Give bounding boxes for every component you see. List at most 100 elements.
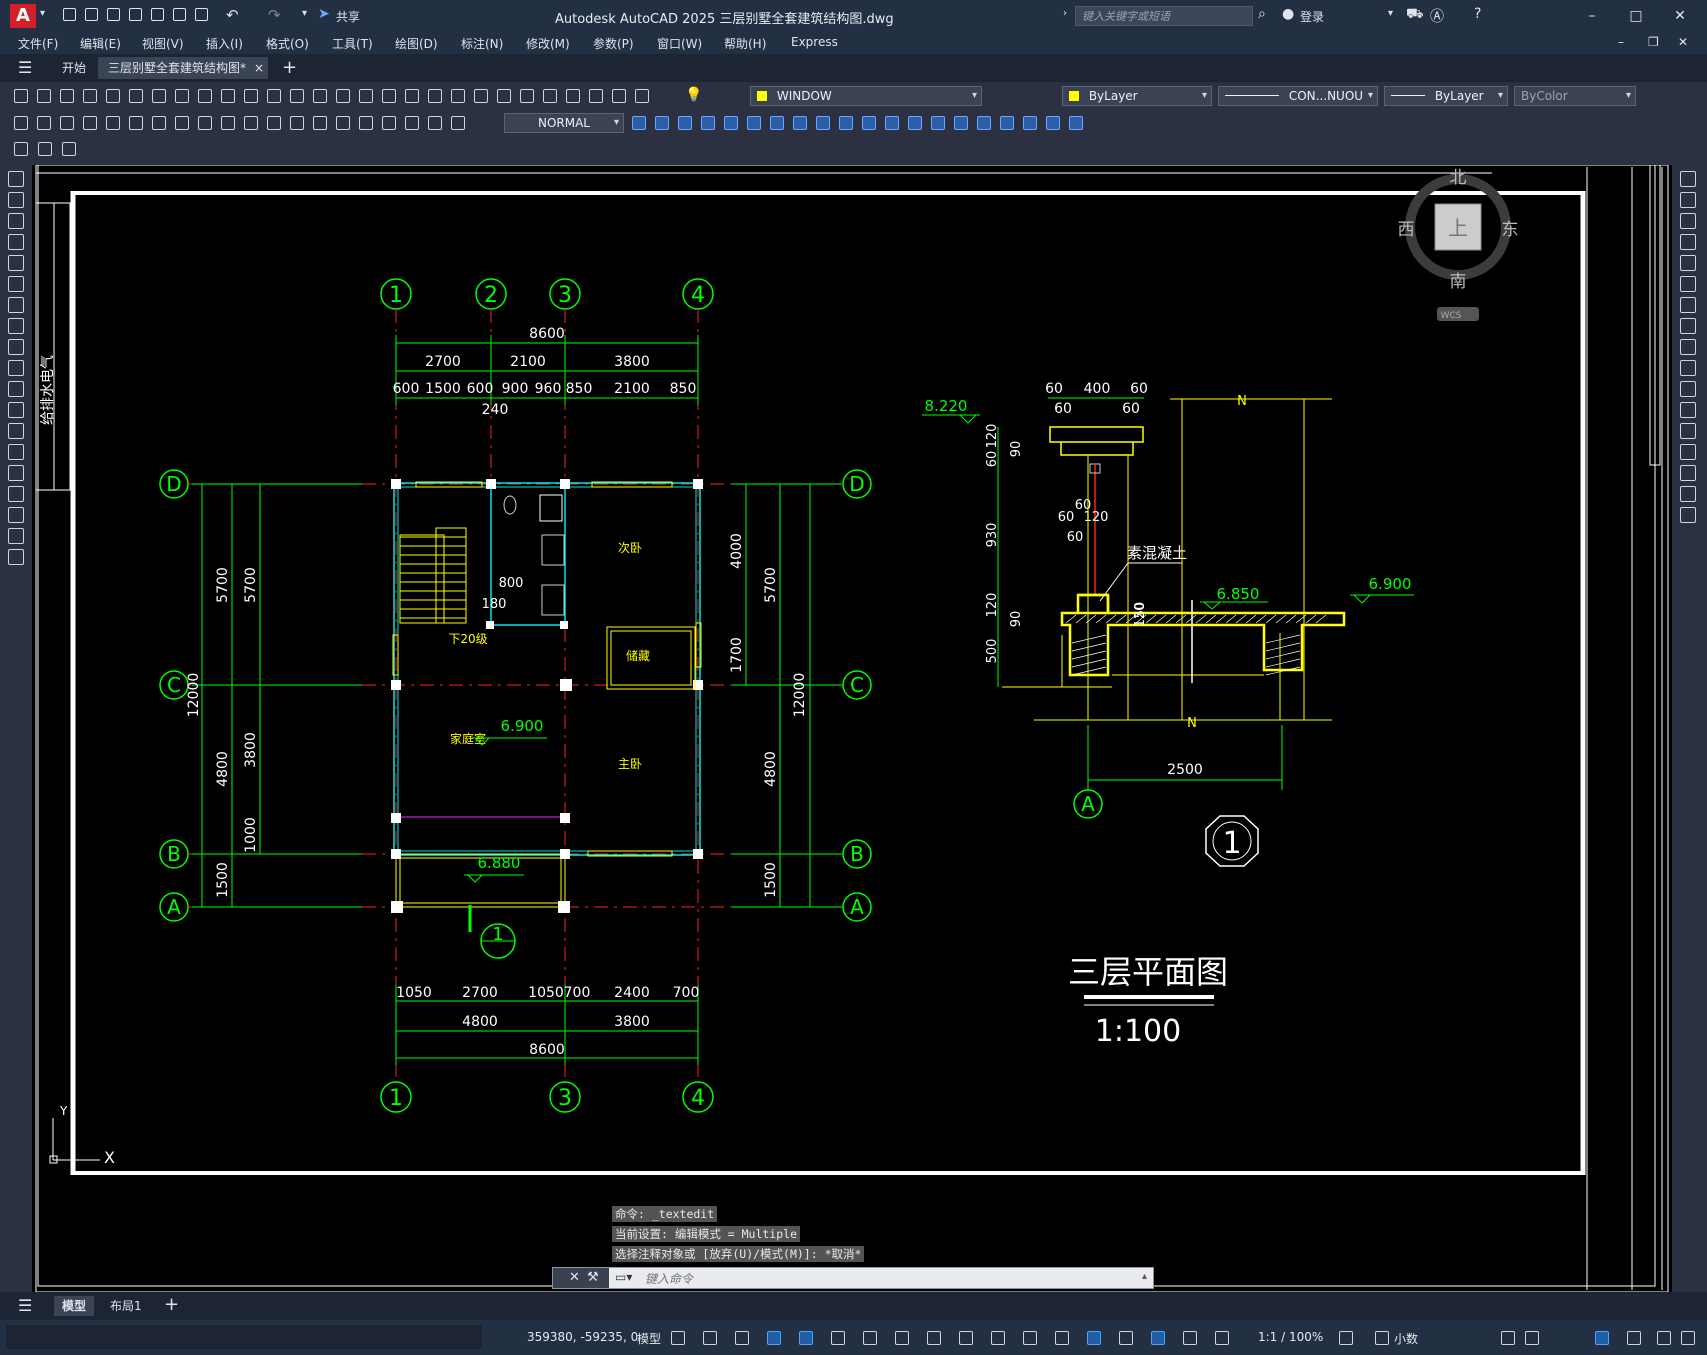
doc-restore-icon[interactable]: ❐ bbox=[1648, 35, 1659, 49]
explode-icon[interactable] bbox=[1680, 486, 1696, 502]
revcloud-icon[interactable] bbox=[8, 318, 24, 334]
break-point-icon[interactable] bbox=[883, 114, 901, 132]
quick-properties-icon[interactable] bbox=[1500, 1330, 1516, 1346]
maximize-icon[interactable]: □ bbox=[1626, 6, 1646, 26]
annotation-scale[interactable]: 1:1 / 100% bbox=[1258, 1330, 1323, 1344]
tab-document[interactable]: 三层别墅全套建筑结构图* bbox=[98, 57, 268, 79]
undo-icon[interactable]: ↶ bbox=[226, 6, 239, 24]
block-editor-icon[interactable] bbox=[12, 140, 30, 158]
write-block-icon[interactable] bbox=[36, 140, 54, 158]
linetype-dropdown[interactable]: CON...NUOU ▾ bbox=[1218, 86, 1378, 106]
cut-icon[interactable] bbox=[173, 87, 191, 105]
scale-icon[interactable] bbox=[1680, 318, 1696, 334]
region-icon[interactable] bbox=[8, 507, 24, 523]
autodesk-app-icon[interactable]: Ⓐ bbox=[1430, 6, 1444, 26]
hatch-icon[interactable] bbox=[8, 465, 24, 481]
bring-front-icon[interactable] bbox=[1067, 114, 1085, 132]
pan-icon[interactable] bbox=[334, 87, 352, 105]
3d-print-icon[interactable] bbox=[150, 87, 168, 105]
save-as-icon[interactable] bbox=[128, 7, 144, 23]
save-web-icon[interactable] bbox=[172, 7, 188, 23]
menu-draw[interactable]: 绘图(D) bbox=[395, 35, 438, 52]
dim-arc-icon[interactable] bbox=[58, 114, 76, 132]
ellipse-arc-icon[interactable] bbox=[8, 381, 24, 397]
insert-block-icon[interactable] bbox=[8, 402, 24, 418]
menu-format[interactable]: 格式(O) bbox=[266, 35, 309, 52]
autocad-logo[interactable]: A bbox=[10, 4, 36, 28]
dim-angular-icon[interactable] bbox=[173, 114, 191, 132]
layer-dropdown[interactable]: WINDOW ▾ bbox=[750, 86, 982, 106]
isodraft-icon[interactable] bbox=[862, 1330, 878, 1346]
dimstyle-dropdown[interactable]: NORMAL ▾ bbox=[504, 113, 624, 133]
copy-obj-icon[interactable] bbox=[653, 114, 671, 132]
stretch-icon[interactable] bbox=[814, 114, 832, 132]
fillet-icon[interactable] bbox=[1680, 465, 1696, 481]
table-icon[interactable] bbox=[8, 528, 24, 544]
menu-express[interactable]: Express bbox=[791, 35, 838, 49]
material-label[interactable]: 素混凝土 bbox=[1127, 544, 1187, 562]
join-icon[interactable] bbox=[1680, 423, 1696, 439]
extend-icon[interactable] bbox=[1680, 381, 1696, 397]
monitor-icon[interactable] bbox=[1524, 1330, 1540, 1346]
search-input[interactable]: 键入关键字或短语 bbox=[1075, 6, 1253, 26]
hamburger-menu-icon[interactable]: ☰ bbox=[18, 58, 32, 77]
dim-ordinate-icon[interactable] bbox=[81, 114, 99, 132]
viewcube-south[interactable]: 南 bbox=[1450, 272, 1467, 292]
workspace-gear-icon[interactable] bbox=[1338, 1330, 1354, 1346]
spline-icon[interactable] bbox=[8, 339, 24, 355]
drawing-canvas[interactable]: 给排水电气 建筑 1 2 3 4 1 3 4 D C B A D C B A bbox=[32, 165, 1672, 1292]
grid-bubble-right-D[interactable]: D bbox=[842, 469, 872, 499]
sec-grid-bubble-A[interactable]: A bbox=[1073, 789, 1103, 819]
clean-screen-icon[interactable] bbox=[1656, 1330, 1672, 1346]
menu-parametric[interactable]: 参数(P) bbox=[593, 35, 634, 52]
menu-window[interactable]: 窗口(W) bbox=[657, 35, 702, 52]
grid-bubble-bottom-4[interactable]: 4 bbox=[682, 1081, 714, 1113]
dim-baseline-icon[interactable] bbox=[219, 114, 237, 132]
grid-bubble-top-3[interactable]: 3 bbox=[549, 278, 581, 310]
quick-dim-icon[interactable] bbox=[196, 114, 214, 132]
sheet-set-icon[interactable] bbox=[495, 87, 513, 105]
redo-icon[interactable] bbox=[311, 87, 329, 105]
level-marker-6900-sec[interactable]: 6.900 bbox=[1350, 575, 1414, 604]
minimize-icon[interactable]: – bbox=[1582, 6, 1602, 26]
level-marker-6850[interactable]: 6.850 bbox=[1200, 585, 1268, 610]
open-icon[interactable] bbox=[35, 87, 53, 105]
dim-continue-icon[interactable] bbox=[242, 114, 260, 132]
zoom-window-icon[interactable] bbox=[380, 87, 398, 105]
join-icon[interactable] bbox=[929, 114, 947, 132]
construction-line-icon[interactable] bbox=[8, 192, 24, 208]
tool-palettes-icon[interactable] bbox=[472, 87, 490, 105]
polygon-icon[interactable] bbox=[8, 234, 24, 250]
rectangle-icon[interactable] bbox=[8, 255, 24, 271]
close-command-icon[interactable]: ✕ bbox=[569, 1270, 580, 1285]
design-center-icon[interactable] bbox=[449, 87, 467, 105]
menu-insert[interactable]: 插入(I) bbox=[206, 35, 243, 52]
move-icon[interactable] bbox=[745, 114, 763, 132]
rotate-icon[interactable] bbox=[1680, 297, 1696, 313]
trim-icon[interactable] bbox=[1680, 360, 1696, 376]
layer-properties-icon[interactable] bbox=[587, 87, 605, 105]
command-history-chevron-icon[interactable]: ▴ bbox=[1142, 1271, 1147, 1282]
dim-update-icon[interactable] bbox=[449, 114, 467, 132]
plot-preview-icon[interactable] bbox=[104, 87, 122, 105]
auto-scale-icon[interactable] bbox=[1214, 1330, 1230, 1346]
new-tab-button[interactable]: + bbox=[282, 57, 297, 78]
room-label-master[interactable]: 主卧 bbox=[618, 757, 642, 771]
polar-icon[interactable] bbox=[830, 1330, 846, 1346]
snap-icon[interactable] bbox=[702, 1330, 718, 1346]
object-snap-tracking-icon[interactable] bbox=[894, 1330, 910, 1346]
inspect-icon[interactable] bbox=[357, 114, 375, 132]
wrench-icon[interactable]: ⚒ bbox=[587, 1270, 599, 1285]
publish-icon[interactable] bbox=[127, 87, 145, 105]
draw-order-icon[interactable] bbox=[1044, 114, 1062, 132]
plotstyle-dropdown[interactable]: ByColor ▾ bbox=[1514, 86, 1636, 106]
gizmo-icon[interactable] bbox=[1150, 1330, 1166, 1346]
infer-icon[interactable] bbox=[734, 1330, 750, 1346]
point-icon[interactable] bbox=[8, 444, 24, 460]
qnew-icon[interactable] bbox=[12, 87, 30, 105]
erase-icon[interactable] bbox=[1680, 171, 1696, 187]
menu-tools[interactable]: 工具(T) bbox=[332, 35, 373, 52]
layer-state-icon[interactable]: 💡 bbox=[684, 87, 702, 105]
grid-bubble-top-1[interactable]: 1 bbox=[380, 278, 412, 310]
viewcube-north[interactable]: 北 bbox=[1450, 168, 1467, 188]
